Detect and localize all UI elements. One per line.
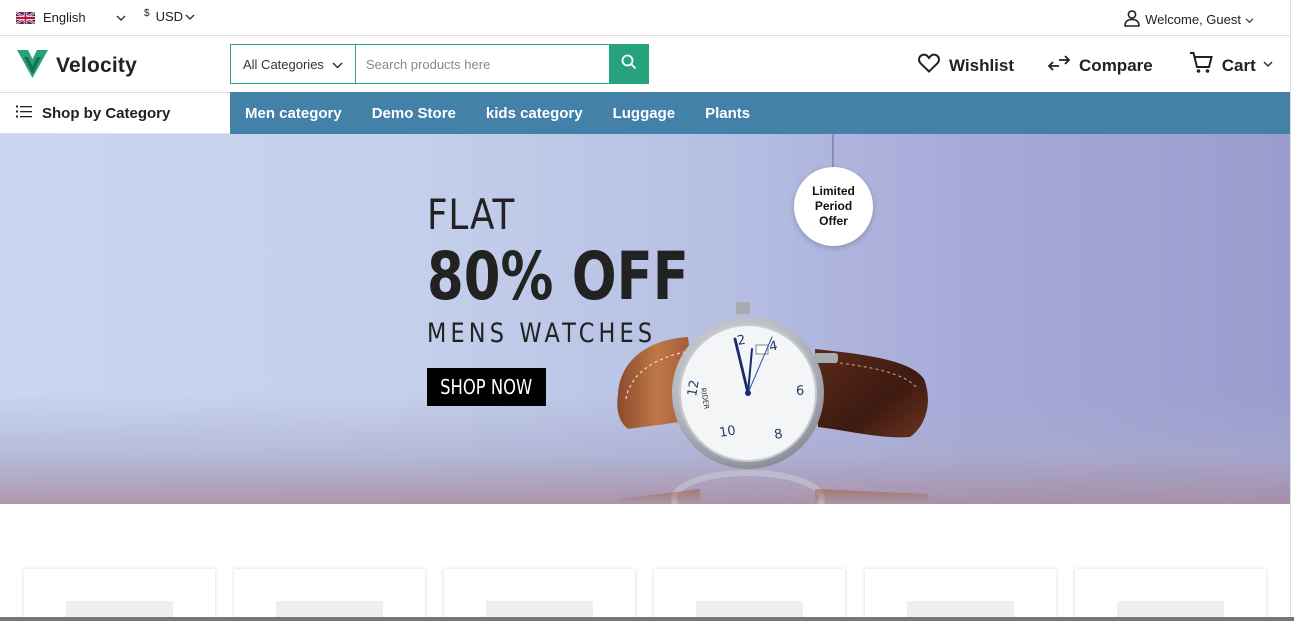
cart-icon: [1189, 52, 1213, 79]
shop-now-label: SHOP NOW: [440, 375, 533, 399]
shop-by-category-button[interactable]: Shop by Category: [0, 92, 230, 134]
category-select-value: All Categories: [243, 56, 324, 72]
nav-item-plants[interactable]: Plants: [705, 105, 750, 122]
language-selector[interactable]: English: [16, 10, 126, 25]
velocity-logo-icon: [17, 48, 48, 83]
shop-by-category-label: Shop by Category: [42, 104, 171, 122]
badge-string: [832, 134, 834, 170]
header: Velocity All Categories Wishlist: [0, 36, 1290, 92]
product-carousel: [24, 569, 1268, 621]
chevron-down-icon: [332, 57, 343, 72]
limited-offer-text: Limited Period Offer: [812, 184, 855, 228]
nav-item-luggage[interactable]: Luggage: [613, 105, 676, 122]
wishlist-label: Wishlist: [949, 55, 1015, 75]
product-card[interactable]: [654, 569, 845, 621]
svg-text:6: 6: [796, 384, 804, 399]
vertical-scrollbar[interactable]: [1290, 0, 1294, 621]
hero-banner[interactable]: Limited Period Offer FLAT 80% OFF MENS W…: [0, 134, 1290, 504]
search-bar: All Categories: [230, 44, 649, 84]
compare-link[interactable]: Compare: [1047, 55, 1153, 76]
top-bar: English $ USD Welcome, Guest: [0, 0, 1290, 36]
svg-text:10: 10: [718, 423, 737, 441]
header-actions: Wishlist Compare Cart: [918, 52, 1273, 79]
product-card[interactable]: [444, 569, 635, 621]
nav-item-demo-store[interactable]: Demo Store: [372, 105, 456, 122]
cart-label: Cart: [1221, 55, 1256, 75]
main-navigation: Shop by Category Men category Demo Store…: [0, 92, 1290, 134]
horizontal-scrollbar[interactable]: [0, 617, 1294, 621]
chevron-down-icon: [1245, 12, 1254, 27]
uk-flag-icon: [16, 11, 35, 24]
product-card[interactable]: [1075, 569, 1266, 621]
currency-selector[interactable]: $ USD: [144, 8, 195, 24]
currency-symbol: $: [144, 8, 150, 19]
chevron-down-icon: [116, 11, 126, 25]
heart-icon: [918, 53, 940, 78]
compare-arrows-icon: [1047, 55, 1071, 76]
product-card[interactable]: [234, 569, 425, 621]
language-label: English: [43, 10, 86, 25]
search-input[interactable]: [356, 45, 609, 83]
list-menu-icon: [16, 105, 32, 122]
limited-offer-badge: Limited Period Offer: [794, 167, 873, 246]
compare-label: Compare: [1079, 55, 1153, 75]
nav-item-men-category[interactable]: Men category: [245, 105, 342, 122]
search-icon: [621, 54, 637, 75]
cart-link[interactable]: Cart: [1189, 52, 1273, 79]
currency-label: USD: [155, 9, 184, 24]
search-button[interactable]: [609, 45, 648, 83]
welcome-label: Welcome, Guest: [1145, 12, 1241, 27]
account-menu[interactable]: Welcome, Guest: [1123, 9, 1254, 30]
shop-now-button[interactable]: SHOP NOW: [427, 368, 546, 406]
chevron-down-icon: [1263, 53, 1273, 73]
logo-text: Velocity: [56, 53, 137, 77]
wristwatch-image: 2 4 6 8 10 12 RIDER: [617, 302, 928, 504]
logo[interactable]: Velocity: [17, 48, 137, 83]
category-select[interactable]: All Categories: [231, 45, 356, 83]
category-nav-bar: Men category Demo Store kids category Lu…: [230, 92, 1290, 134]
product-card[interactable]: [865, 569, 1056, 621]
wishlist-link[interactable]: Wishlist: [918, 53, 1014, 78]
product-card[interactable]: [24, 569, 215, 621]
nav-item-kids-category[interactable]: kids category: [486, 105, 583, 122]
page: English $ USD Welcome, Guest Velocity Al…: [0, 0, 1294, 621]
banner-line-flat: FLAT: [427, 190, 516, 239]
chevron-down-icon: [185, 9, 195, 24]
user-icon: [1123, 9, 1141, 30]
